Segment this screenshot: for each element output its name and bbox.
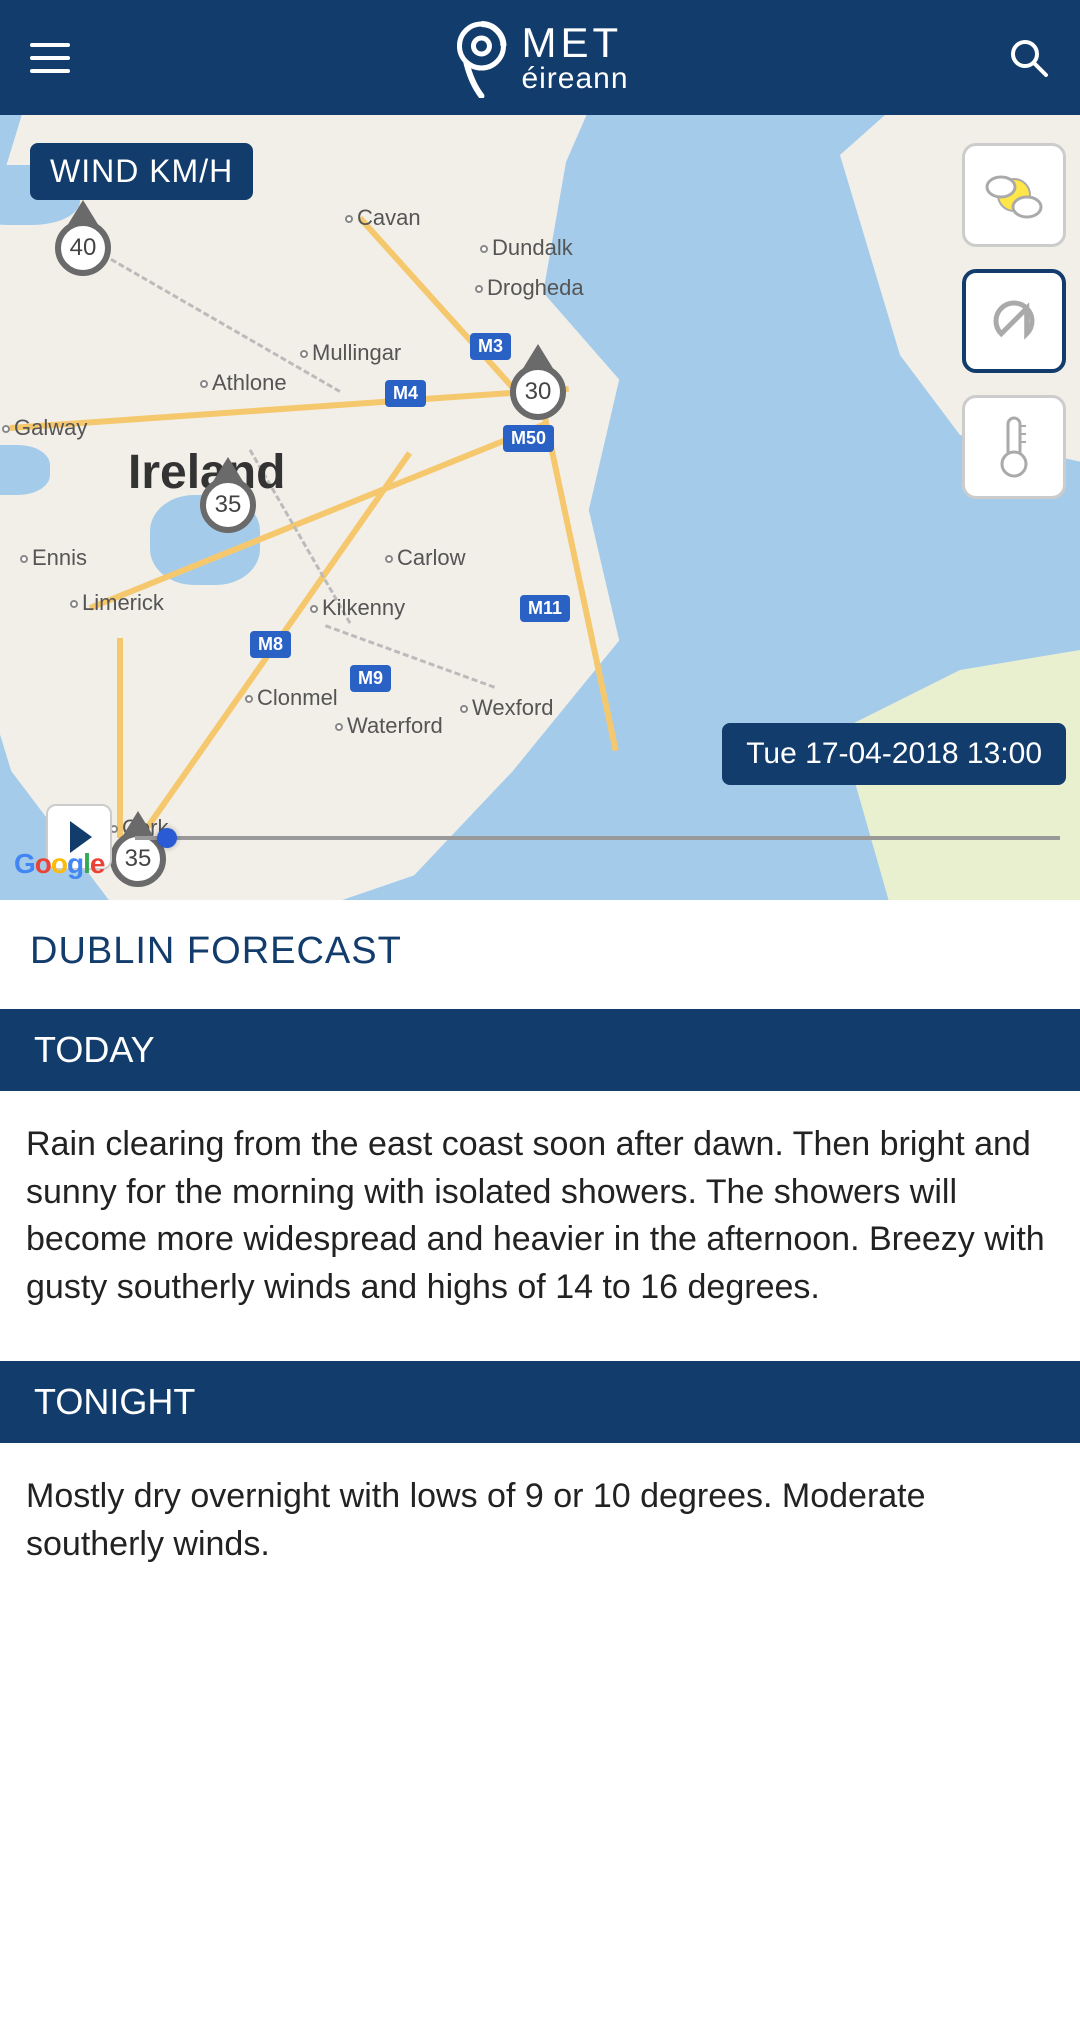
menu-icon[interactable] — [30, 43, 70, 73]
route-badge: M50 — [503, 425, 554, 452]
map-attribution: Google — [14, 848, 104, 880]
brand-name-bottom: éireann — [521, 64, 628, 94]
city-label: Carlow — [385, 545, 465, 571]
route-badge: M9 — [350, 665, 391, 692]
timeline-thumb[interactable] — [157, 828, 177, 848]
overlay-type-label: WIND KM/H — [30, 143, 253, 200]
forecast-section-body: Rain clearing from the east coast soon a… — [0, 1091, 1080, 1361]
city-label: Wexford — [460, 695, 554, 721]
city-label: Drogheda — [475, 275, 584, 301]
wind-drop-icon — [984, 291, 1044, 351]
city-label: Galway — [2, 415, 87, 441]
city-label: Limerick — [70, 590, 164, 616]
city-label: Athlone — [200, 370, 287, 396]
city-label: Kilkenny — [310, 595, 405, 621]
city-label: Ennis — [20, 545, 87, 571]
city-label: Cavan — [345, 205, 421, 231]
wind-speed-marker[interactable]: 30 — [510, 364, 566, 420]
city-label: Clonmel — [245, 685, 338, 711]
brand-logo[interactable]: MET éireann — [451, 18, 628, 98]
sun-cloud-icon — [979, 165, 1049, 225]
route-badge: M11 — [520, 595, 570, 622]
city-label: Dundalk — [480, 235, 573, 261]
city-label: Mullingar — [300, 340, 401, 366]
thermometer-icon — [994, 412, 1034, 482]
forecast-section-header: TONIGHT — [0, 1361, 1080, 1443]
route-badge: M3 — [470, 333, 511, 360]
route-badge: M8 — [250, 631, 291, 658]
layer-toggle-group — [962, 143, 1066, 499]
route-badge: M4 — [385, 380, 426, 407]
weather-map[interactable]: Ireland CavanDundalkDroghedaMullingarAth… — [0, 115, 1080, 900]
wind-speed-marker[interactable]: 40 — [55, 220, 111, 276]
swirl-icon — [451, 18, 511, 98]
forecast-section-header: TODAY — [0, 1009, 1080, 1091]
layer-weather-button[interactable] — [962, 143, 1066, 247]
app-header: MET éireann — [0, 0, 1080, 115]
timeline-slider[interactable] — [135, 836, 1060, 840]
map-timestamp: Tue 17-04-2018 13:00 — [722, 723, 1066, 785]
wind-speed-marker[interactable]: 35 — [200, 477, 256, 533]
forecast-location-title: DUBLIN FORECAST — [0, 900, 1080, 1009]
brand-name-top: MET — [521, 22, 628, 64]
layer-temperature-button[interactable] — [962, 395, 1066, 499]
layer-wind-button[interactable] — [962, 269, 1066, 373]
forecast-section-body: Mostly dry overnight with lows of 9 or 1… — [0, 1443, 1080, 1618]
search-icon[interactable] — [1008, 37, 1050, 79]
city-label: Waterford — [335, 713, 443, 739]
